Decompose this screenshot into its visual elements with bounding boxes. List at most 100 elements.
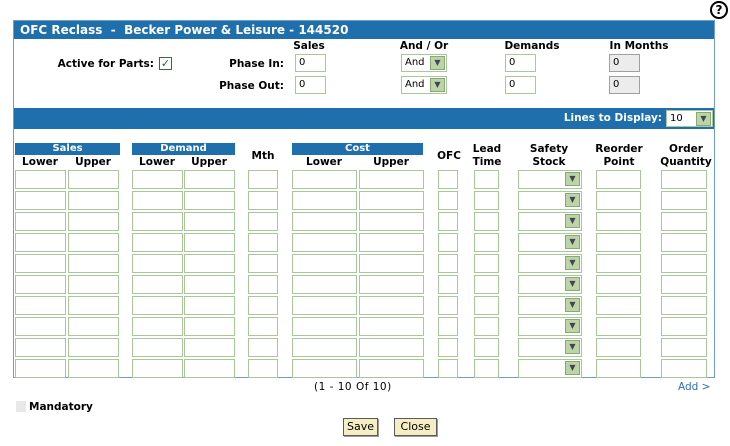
sales-upper-cell[interactable]	[68, 317, 119, 336]
lead-time-cell[interactable]	[474, 359, 499, 378]
mth-cell[interactable]	[248, 317, 278, 336]
cost-lower-cell[interactable]	[292, 191, 357, 210]
demand-lower-cell[interactable]	[132, 275, 183, 294]
reorder-point-cell[interactable]	[596, 317, 641, 336]
cost-lower-cell[interactable]	[292, 212, 357, 231]
safety-stock-select[interactable]: ▼	[518, 254, 582, 273]
save-button[interactable]: Save	[343, 418, 378, 436]
cost-lower-cell[interactable]	[292, 338, 357, 357]
demand-lower-cell[interactable]	[132, 254, 183, 273]
ofc-cell[interactable]	[438, 212, 458, 231]
lead-time-cell[interactable]	[474, 254, 499, 273]
sales-upper-cell[interactable]	[68, 359, 119, 378]
order-quantity-cell[interactable]	[661, 359, 707, 378]
sales-upper-cell[interactable]	[68, 191, 119, 210]
ofc-cell[interactable]	[438, 317, 458, 336]
sales-upper-cell[interactable]	[68, 254, 119, 273]
demand-upper-cell[interactable]	[184, 317, 235, 336]
reorder-point-cell[interactable]	[596, 191, 641, 210]
cost-upper-cell[interactable]	[359, 233, 424, 252]
sales-lower-cell[interactable]	[15, 296, 66, 315]
mth-cell[interactable]	[248, 338, 278, 357]
safety-stock-select[interactable]: ▼	[518, 212, 582, 231]
close-button[interactable]: Close	[394, 418, 437, 436]
demand-lower-cell[interactable]	[132, 170, 183, 189]
demand-upper-cell[interactable]	[184, 254, 235, 273]
demand-lower-cell[interactable]	[132, 212, 183, 231]
cost-upper-cell[interactable]	[359, 254, 424, 273]
lead-time-cell[interactable]	[474, 212, 499, 231]
safety-stock-select[interactable]: ▼	[518, 170, 582, 189]
lead-time-cell[interactable]	[474, 170, 499, 189]
demand-upper-cell[interactable]	[184, 359, 235, 378]
mth-cell[interactable]	[248, 254, 278, 273]
chevron-down-icon[interactable]: ▼	[565, 277, 580, 291]
demand-lower-cell[interactable]	[132, 338, 183, 357]
demand-upper-cell[interactable]	[184, 338, 235, 357]
chevron-down-icon[interactable]: ▼	[565, 193, 580, 207]
chevron-down-icon[interactable]: ▼	[565, 172, 580, 186]
safety-stock-select[interactable]: ▼	[518, 191, 582, 210]
mth-cell[interactable]	[248, 170, 278, 189]
sales-upper-cell[interactable]	[68, 212, 119, 231]
sales-upper-cell[interactable]	[68, 275, 119, 294]
sales-upper-cell[interactable]	[68, 170, 119, 189]
mth-cell[interactable]	[248, 191, 278, 210]
demand-upper-cell[interactable]	[184, 275, 235, 294]
cost-upper-cell[interactable]	[359, 191, 424, 210]
mth-cell[interactable]	[248, 233, 278, 252]
sales-lower-cell[interactable]	[15, 338, 66, 357]
ofc-cell[interactable]	[438, 359, 458, 378]
reorder-point-cell[interactable]	[596, 170, 641, 189]
sales-lower-cell[interactable]	[15, 275, 66, 294]
cost-upper-cell[interactable]	[359, 212, 424, 231]
order-quantity-cell[interactable]	[661, 317, 707, 336]
help-icon[interactable]: ?	[710, 1, 728, 19]
cost-lower-cell[interactable]	[292, 296, 357, 315]
cost-lower-cell[interactable]	[292, 275, 357, 294]
safety-stock-select[interactable]: ▼	[518, 275, 582, 294]
active-for-parts-checkbox[interactable]: ✓	[159, 57, 172, 70]
safety-stock-select[interactable]: ▼	[518, 317, 582, 336]
phase-in-demands-input[interactable]: 0	[505, 54, 536, 72]
order-quantity-cell[interactable]	[661, 254, 707, 273]
reorder-point-cell[interactable]	[596, 233, 641, 252]
sales-upper-cell[interactable]	[68, 338, 119, 357]
order-quantity-cell[interactable]	[661, 233, 707, 252]
demand-lower-cell[interactable]	[132, 296, 183, 315]
demand-upper-cell[interactable]	[184, 212, 235, 231]
demand-upper-cell[interactable]	[184, 170, 235, 189]
lines-to-display-select[interactable]: 10 ▼	[666, 110, 713, 127]
phase-out-demands-input[interactable]: 0	[505, 76, 536, 94]
demand-upper-cell[interactable]	[184, 296, 235, 315]
safety-stock-select[interactable]: ▼	[518, 359, 582, 378]
cost-lower-cell[interactable]	[292, 170, 357, 189]
demand-upper-cell[interactable]	[184, 191, 235, 210]
sales-lower-cell[interactable]	[15, 359, 66, 378]
sales-upper-cell[interactable]	[68, 296, 119, 315]
ofc-cell[interactable]	[438, 296, 458, 315]
demand-lower-cell[interactable]	[132, 317, 183, 336]
cost-upper-cell[interactable]	[359, 338, 424, 357]
sales-upper-cell[interactable]	[68, 233, 119, 252]
cost-upper-cell[interactable]	[359, 359, 424, 378]
mth-cell[interactable]	[248, 296, 278, 315]
chevron-down-icon[interactable]: ▼	[565, 298, 580, 312]
demand-lower-cell[interactable]	[132, 359, 183, 378]
chevron-down-icon[interactable]: ▼	[565, 361, 580, 375]
order-quantity-cell[interactable]	[661, 212, 707, 231]
cost-upper-cell[interactable]	[359, 170, 424, 189]
chevron-down-icon[interactable]: ▼	[565, 235, 580, 249]
phase-out-sales-input[interactable]: 0	[295, 76, 326, 94]
chevron-down-icon[interactable]: ▼	[430, 56, 445, 70]
safety-stock-select[interactable]: ▼	[518, 233, 582, 252]
safety-stock-select[interactable]: ▼	[518, 296, 582, 315]
cost-lower-cell[interactable]	[292, 359, 357, 378]
cost-lower-cell[interactable]	[292, 254, 357, 273]
sales-lower-cell[interactable]	[15, 254, 66, 273]
reorder-point-cell[interactable]	[596, 296, 641, 315]
order-quantity-cell[interactable]	[661, 338, 707, 357]
cost-upper-cell[interactable]	[359, 275, 424, 294]
cost-upper-cell[interactable]	[359, 317, 424, 336]
mth-cell[interactable]	[248, 212, 278, 231]
